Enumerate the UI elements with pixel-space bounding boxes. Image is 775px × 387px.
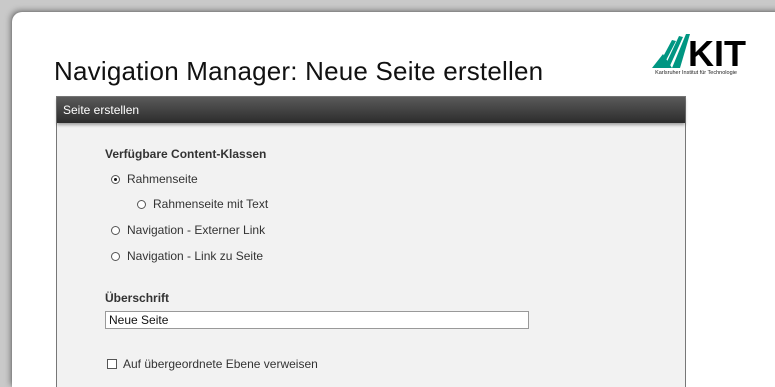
- heading-input[interactable]: [105, 311, 529, 329]
- radio-label: Navigation - Link zu Seite: [127, 249, 264, 263]
- heading-label: Überschrift: [105, 291, 170, 305]
- kit-logo: KIT Karlsruher Institut für Technologie: [644, 34, 748, 86]
- radio-label: Rahmenseite mit Text: [153, 197, 269, 211]
- parent-reference-checkbox[interactable]: [107, 359, 117, 369]
- radio-label: Rahmenseite: [127, 172, 198, 186]
- radio-option-rahmenseite[interactable]: Rahmenseite: [111, 172, 198, 186]
- radio-button[interactable]: [111, 225, 120, 235]
- page-title: Navigation Manager: Neue Seite erstellen: [54, 56, 544, 86]
- radio-option-link-zu-seite[interactable]: Navigation - Link zu Seite: [111, 249, 263, 263]
- panel-header: Seite erstellen: [57, 97, 685, 123]
- kit-logo-mark: KIT: [652, 34, 746, 68]
- radio-label: Navigation - Externer Link: [127, 223, 266, 237]
- parent-reference-label: Auf übergeordnete Ebene verweisen: [123, 357, 318, 371]
- create-page-panel: Seite erstellen Verfügbare Content-Klass…: [56, 96, 686, 387]
- svg-text:KIT: KIT: [688, 34, 746, 68]
- radio-option-rahmenseite-mit-text[interactable]: Rahmenseite mit Text: [137, 197, 268, 211]
- radio-button[interactable]: [137, 199, 146, 209]
- radio-button[interactable]: [111, 251, 120, 261]
- content-classes-label: Verfügbare Content-Klassen: [105, 147, 267, 161]
- radio-button-checked[interactable]: [111, 174, 120, 184]
- radio-option-externer-link[interactable]: Navigation - Externer Link: [111, 223, 265, 237]
- logo-tagline: Karlsruher Institut für Technologie: [655, 70, 737, 76]
- parent-reference-option[interactable]: Auf übergeordnete Ebene verweisen: [107, 357, 318, 371]
